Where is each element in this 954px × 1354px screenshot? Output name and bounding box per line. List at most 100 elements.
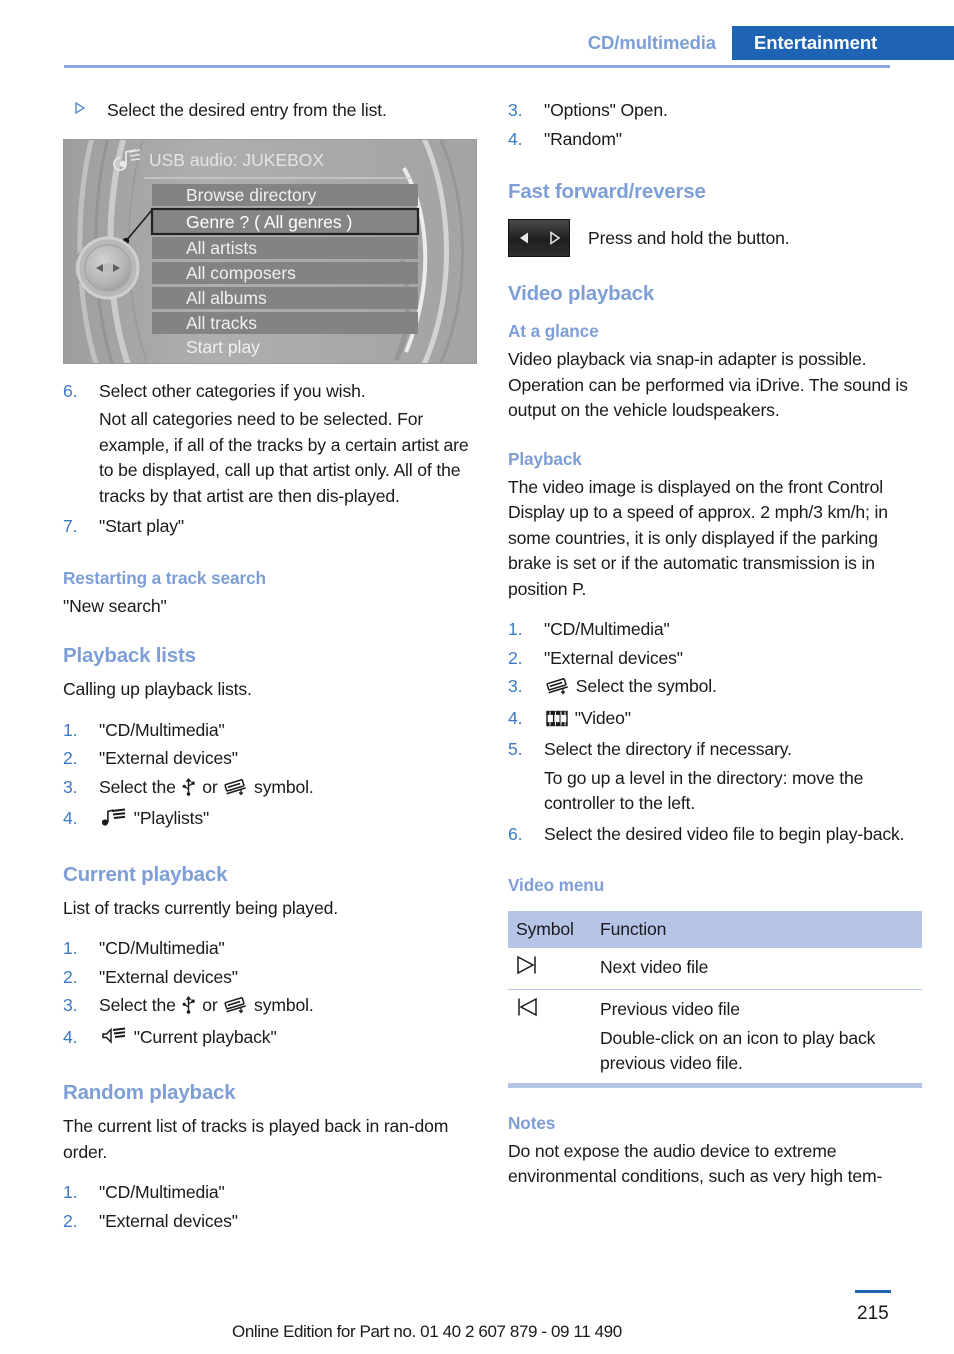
step-text: "Video" <box>574 707 631 728</box>
step-item: 2. "External devices" <box>63 965 477 991</box>
previous-video-note: Double-click on an icon to play back pre… <box>600 1027 876 1073</box>
step-item: 6. Select other categories if you wish. <box>63 379 477 405</box>
idrive-menu-list: Browse directory Genre ? ( All genres ) … <box>150 183 420 357</box>
step-text: "CD/Multimedia" <box>544 619 670 639</box>
at-a-glance-text: Video playback via snap-in adapter is po… <box>508 349 908 420</box>
step-item: 3. "Options" Open. <box>508 98 922 124</box>
snap-in-adapter-symbol-icon <box>546 677 569 703</box>
column-header-symbol: Symbol <box>508 911 592 948</box>
playlists-symbol-icon <box>101 808 127 835</box>
step-text-before: Select the <box>99 995 181 1015</box>
step-item: 2. "External devices" <box>63 746 477 772</box>
step-item: 3. Select the or symbol. <box>63 775 477 804</box>
playback-text: The video image is displayed on the fron… <box>508 476 888 599</box>
step-item: 1. "CD/Multimedia" <box>63 936 477 962</box>
step-text: "Start play" <box>99 516 185 536</box>
step-item: 2. "External devices" <box>63 1209 477 1235</box>
table-row: Previous video file Double-click on an i… <box>508 989 922 1082</box>
usb-symbol-icon <box>182 995 196 1022</box>
step-item: 4. "Current playback" <box>63 1025 477 1054</box>
idrive-screenshot-graphic: USB audio: JUKEBOX Browse directory Genr… <box>64 139 476 363</box>
snap-in-adapter-symbol-icon <box>224 996 247 1022</box>
step-number: 2. <box>508 647 523 668</box>
svg-text:All artists: All artists <box>186 238 257 258</box>
step-text-before: Select the <box>99 776 181 797</box>
step-number: 3. <box>508 676 523 696</box>
step-number: 3. <box>63 776 78 797</box>
step-number: 2. <box>63 748 78 768</box>
step-text: "CD/Multimedia" <box>99 938 225 958</box>
notes-text: Do not expose the audio device to extrem… <box>508 1140 883 1187</box>
step-text: Select the desired video file to begin p… <box>544 823 905 844</box>
step-number: 4. <box>508 128 523 149</box>
step-item: 3. Select the symbol. <box>508 674 922 703</box>
heading-at-a-glance: At a glance <box>508 321 599 341</box>
next-video-icon <box>516 955 542 979</box>
left-column: Select the desired entry from the list. <box>63 98 477 1237</box>
step-text-after: symbol. <box>249 776 314 797</box>
step-text: Select the directory if necessary. <box>544 739 792 759</box>
random-playback-intro: The current list of tracks is played bac… <box>63 1116 449 1162</box>
page-number-rule <box>855 1290 891 1293</box>
step-text-after: symbol. <box>249 995 314 1015</box>
heading-notes: Notes <box>508 1112 556 1133</box>
current-playback-intro: List of tracks currently being played. <box>63 897 338 918</box>
step-number: 6. <box>508 823 523 844</box>
step-text: Select other categories if you wish. <box>99 380 366 401</box>
usb-symbol-icon <box>182 777 196 804</box>
fast-forward-row: Press and hold the button. <box>508 219 922 257</box>
next-video-icon-cell <box>508 948 592 990</box>
fast-forward-icon <box>549 231 560 245</box>
page-header: CD/multimedia Entertainment <box>64 26 954 60</box>
intro-bullet-text: Select the desired entry from the list. <box>107 100 387 120</box>
svg-text:All composers: All composers <box>186 263 296 283</box>
triangle-bullet-icon <box>63 98 107 124</box>
fast-forward-text: Press and hold the button. <box>588 227 790 248</box>
step-text: "CD/Multimedia" <box>99 719 225 740</box>
table-row: Next video file <box>508 948 922 990</box>
step-number: 3. <box>63 995 78 1015</box>
next-video-function: Next video file <box>592 948 922 990</box>
step-number: 3. <box>508 100 523 120</box>
heading-playback-lists: Playback lists <box>63 644 196 667</box>
restarting-text: "New search" <box>63 595 167 616</box>
idrive-title-text: USB audio: JUKEBOX <box>149 150 324 170</box>
table-header-row: Symbol Function <box>508 911 922 948</box>
svg-text:All tracks: All tracks <box>186 313 257 333</box>
previous-video-icon <box>516 997 542 1021</box>
step-text: Select the symbol. <box>575 676 717 696</box>
snap-in-adapter-symbol-icon <box>224 778 247 804</box>
video-menu-table: Symbol Function Next video file Previous… <box>508 911 922 1083</box>
step5-note-text: To go up a level in the directory: move … <box>544 767 864 814</box>
svg-text:Browse directory: Browse directory <box>186 185 317 205</box>
step-text: "Current playback" <box>133 1026 277 1047</box>
step-item: 5. Select the directory if necessary. <box>508 737 922 763</box>
svg-text:All albums: All albums <box>186 288 267 308</box>
step-note: To go up a level in the directory: move … <box>508 766 922 817</box>
step-text: "External devices" <box>99 966 238 987</box>
heading-playback: Playback <box>508 448 582 469</box>
step-number: 2. <box>63 1210 78 1231</box>
rewind-forward-button[interactable] <box>508 219 570 257</box>
step-text: "CD/Multimedia" <box>99 1182 225 1202</box>
step-item: 4. "Random" <box>508 127 922 153</box>
step-item: 4. "Playlists" <box>63 806 477 835</box>
column-header-function: Function <box>592 911 922 948</box>
step-item: 2. "External devices" <box>508 646 922 672</box>
svg-text:Start play: Start play <box>186 337 260 357</box>
previous-video-function: Previous video file <box>600 998 740 1019</box>
video-film-symbol-icon <box>546 709 568 735</box>
step-text: "External devices" <box>99 748 238 768</box>
step-number: 1. <box>508 619 523 639</box>
step-number: 2. <box>63 966 78 987</box>
heading-video-menu: Video menu <box>508 875 605 895</box>
step-number: 6. <box>63 380 78 401</box>
step-text: "External devices" <box>544 647 683 668</box>
step-text: "Random" <box>544 128 622 149</box>
step-item: 7. "Start play" <box>63 514 477 540</box>
step-text: "Options" Open. <box>544 100 668 120</box>
heading-fast-forward-reverse: Fast forward/reverse <box>508 180 706 203</box>
heading-random-playback: Random playback <box>63 1081 236 1104</box>
intro-bullet-item: Select the desired entry from the list. <box>63 98 477 124</box>
step6-note-text: Not all categories need to be selected. … <box>99 409 469 506</box>
